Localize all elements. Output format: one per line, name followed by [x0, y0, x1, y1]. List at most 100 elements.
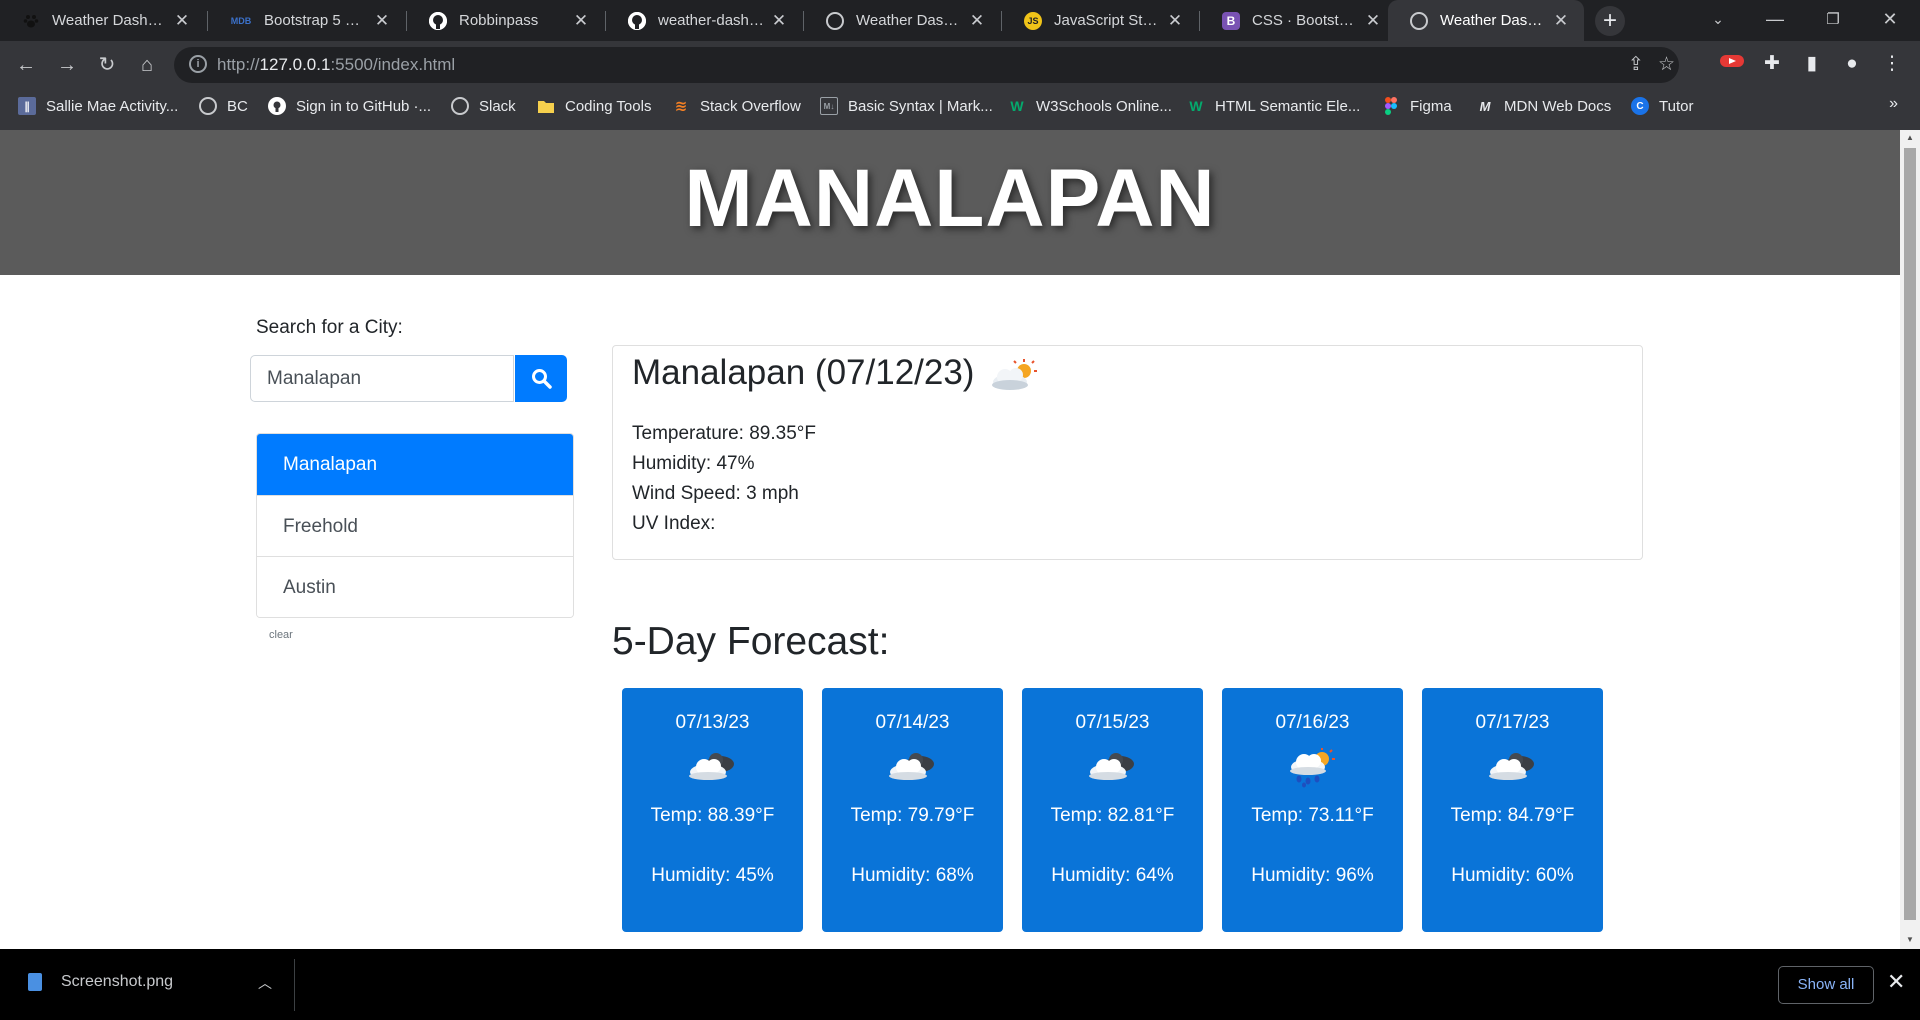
close-icon[interactable]: ✕ — [1166, 11, 1184, 31]
url-text[interactable]: http://127.0.0.1:5500/index.html — [217, 55, 455, 75]
page-scrollbar[interactable]: ▲ ▼ — [1900, 130, 1920, 949]
forecast-heading: 5-Day Forecast: — [612, 620, 890, 663]
close-icon[interactable]: ✕ — [1552, 11, 1570, 31]
extensions-puzzle-icon[interactable]: ✚ — [1758, 50, 1786, 78]
share-icon[interactable]: ⇪ — [1628, 53, 1644, 76]
restore-icon[interactable]: ❐ — [1805, 0, 1861, 41]
url-scheme: http:// — [217, 55, 260, 74]
forward-icon[interactable]: → — [53, 51, 81, 79]
forecast-date: 07/17/23 — [1475, 712, 1550, 733]
w3schools-icon: W — [1189, 98, 1203, 114]
bookmark-w3schools[interactable]: W W3Schools Online... — [1008, 89, 1172, 123]
forecast-temp: Temp: 82.81°F — [1050, 805, 1175, 826]
scroll-up-arrow-icon[interactable]: ▲ — [1905, 133, 1915, 142]
search-history-list: Manalapan Freehold Austin — [256, 433, 574, 618]
info-icon[interactable]: i — [189, 55, 207, 73]
tab-0[interactable]: Weather Dashboa ✕ — [0, 0, 205, 41]
github-icon — [429, 11, 447, 30]
overcast-clouds-icon — [1486, 748, 1540, 789]
tutor-icon: C — [1631, 97, 1649, 115]
new-tab-button[interactable]: + — [1595, 6, 1625, 36]
close-download-bar-icon[interactable]: ✕ — [1887, 969, 1905, 995]
close-icon[interactable]: ✕ — [572, 11, 590, 31]
download-item[interactable]: Screenshot.png — [28, 973, 173, 991]
paw-icon — [22, 12, 40, 30]
tab-strip: Weather Dashboa ✕ MDB Bootstrap 5 CSS v … — [0, 0, 1920, 41]
w3schools-icon: W — [1010, 98, 1024, 114]
scroll-down-arrow-icon[interactable]: ▼ — [1905, 935, 1915, 944]
scrollbar-thumb[interactable] — [1904, 148, 1916, 920]
url-host: 127.0.0.1 — [259, 55, 331, 74]
forecast-humidity: Humidity: 60% — [1451, 865, 1574, 886]
bookmark-html-semantic[interactable]: W HTML Semantic Ele... — [1187, 89, 1360, 123]
bookmark-bc[interactable]: BC — [199, 89, 248, 123]
bookmark-label: MDN Web Docs — [1504, 97, 1612, 115]
tab-title: JavaScript Style: S — [1054, 12, 1160, 29]
home-icon[interactable]: ⌂ — [133, 51, 161, 79]
tab-title: Weather Dashboa — [52, 12, 167, 29]
window-close-icon[interactable]: ✕ — [1862, 0, 1918, 41]
tab-2[interactable]: Robbinpass ✕ — [407, 0, 604, 41]
bookmark-label: Stack Overflow — [700, 97, 801, 115]
chevron-up-icon[interactable]: ︿ — [258, 973, 272, 993]
tab-7-active[interactable]: Weather Dashboa ✕ — [1388, 0, 1584, 41]
tab-title: CSS · Bootstrap — [1252, 12, 1358, 29]
download-file-name: Screenshot.png — [61, 973, 174, 990]
partly-cloudy-icon — [989, 358, 1039, 399]
history-item-manalapan[interactable]: Manalapan — [257, 434, 573, 495]
address-bar[interactable]: i http://127.0.0.1:5500/index.html ⇪ ☆ — [174, 47, 1679, 83]
overcast-clouds-icon — [1086, 748, 1140, 789]
current-city-title: Manalapan (07/12/23) — [632, 353, 975, 392]
bookmark-star-icon[interactable]: ☆ — [1658, 53, 1675, 76]
history-item-freehold[interactable]: Freehold — [257, 495, 573, 556]
forecast-card-3: 07/15/23 Temp: 82.81°F Humidity: 64% — [1022, 688, 1203, 932]
forecast-temp: Temp: 79.79°F — [850, 805, 975, 826]
mdb-icon: MDB — [230, 15, 252, 26]
tab-4[interactable]: Weather Dashboa ✕ — [804, 0, 1000, 41]
overcast-clouds-icon — [686, 748, 740, 789]
bookmark-label: Sign in to GitHub ·... — [296, 97, 432, 115]
current-temperature: Temperature: 89.35°F — [632, 423, 816, 444]
tab-title: Weather Dashboa — [1440, 12, 1546, 29]
sallie-mae-icon: ∥ — [18, 97, 36, 115]
minimize-icon[interactable]: — — [1747, 0, 1803, 41]
bookmark-slack[interactable]: Slack — [451, 89, 516, 123]
close-icon[interactable]: ✕ — [373, 11, 391, 31]
bookmarks-overflow-icon[interactable]: » — [1889, 95, 1898, 113]
side-panel-icon[interactable]: ▮ — [1798, 50, 1826, 78]
bookmark-mdn[interactable]: M MDN Web Docs — [1476, 89, 1612, 123]
tab-3[interactable]: weather-dashboa ✕ — [606, 0, 802, 41]
profile-icon[interactable]: ● — [1838, 50, 1866, 78]
history-item-austin[interactable]: Austin — [257, 556, 573, 617]
tab-1[interactable]: MDB Bootstrap 5 CSS v ✕ — [208, 0, 405, 41]
tab-search-icon[interactable]: ⌄ — [1690, 0, 1746, 41]
tab-5[interactable]: JS JavaScript Style: S ✕ — [1002, 0, 1198, 41]
bookmark-label: Slack — [479, 97, 516, 115]
bookmark-markdown[interactable]: M↓ Basic Syntax | Mark... — [820, 89, 993, 123]
folder-icon — [537, 97, 555, 115]
clear-history-link[interactable]: clear — [269, 629, 293, 641]
reload-icon[interactable]: ↻ — [93, 51, 121, 79]
close-icon[interactable]: ✕ — [1364, 11, 1382, 31]
city-search-input[interactable]: Manalapan — [250, 355, 514, 402]
extension-record-icon[interactable] — [1718, 50, 1746, 78]
globe-icon — [1410, 11, 1428, 30]
close-icon[interactable]: ✕ — [968, 11, 986, 31]
bookmark-figma[interactable]: Figma — [1382, 89, 1452, 123]
back-icon[interactable]: ← — [12, 51, 40, 79]
close-icon[interactable]: ✕ — [173, 11, 191, 31]
bookmark-github[interactable]: Sign in to GitHub ·... — [268, 89, 431, 123]
globe-icon — [451, 97, 469, 115]
search-button[interactable] — [515, 355, 567, 402]
bookmark-stack-overflow[interactable]: ≋ Stack Overflow — [672, 89, 801, 123]
bookmark-label: Figma — [1410, 97, 1452, 115]
bookmark-tutor[interactable]: C Tutor — [1631, 89, 1693, 123]
show-all-downloads-button[interactable]: Show all — [1778, 966, 1874, 1004]
close-icon[interactable]: ✕ — [770, 11, 788, 31]
menu-kebab-icon[interactable]: ⋮ — [1878, 50, 1906, 78]
bookmark-folder-coding-tools[interactable]: Coding Tools — [537, 89, 651, 123]
tab-title: Bootstrap 5 CSS v — [264, 12, 367, 29]
globe-icon — [826, 11, 844, 30]
tab-6[interactable]: B CSS · Bootstrap ✕ — [1200, 0, 1396, 41]
bookmark-sallie-mae[interactable]: ∥ Sallie Mae Activity... — [18, 89, 178, 123]
